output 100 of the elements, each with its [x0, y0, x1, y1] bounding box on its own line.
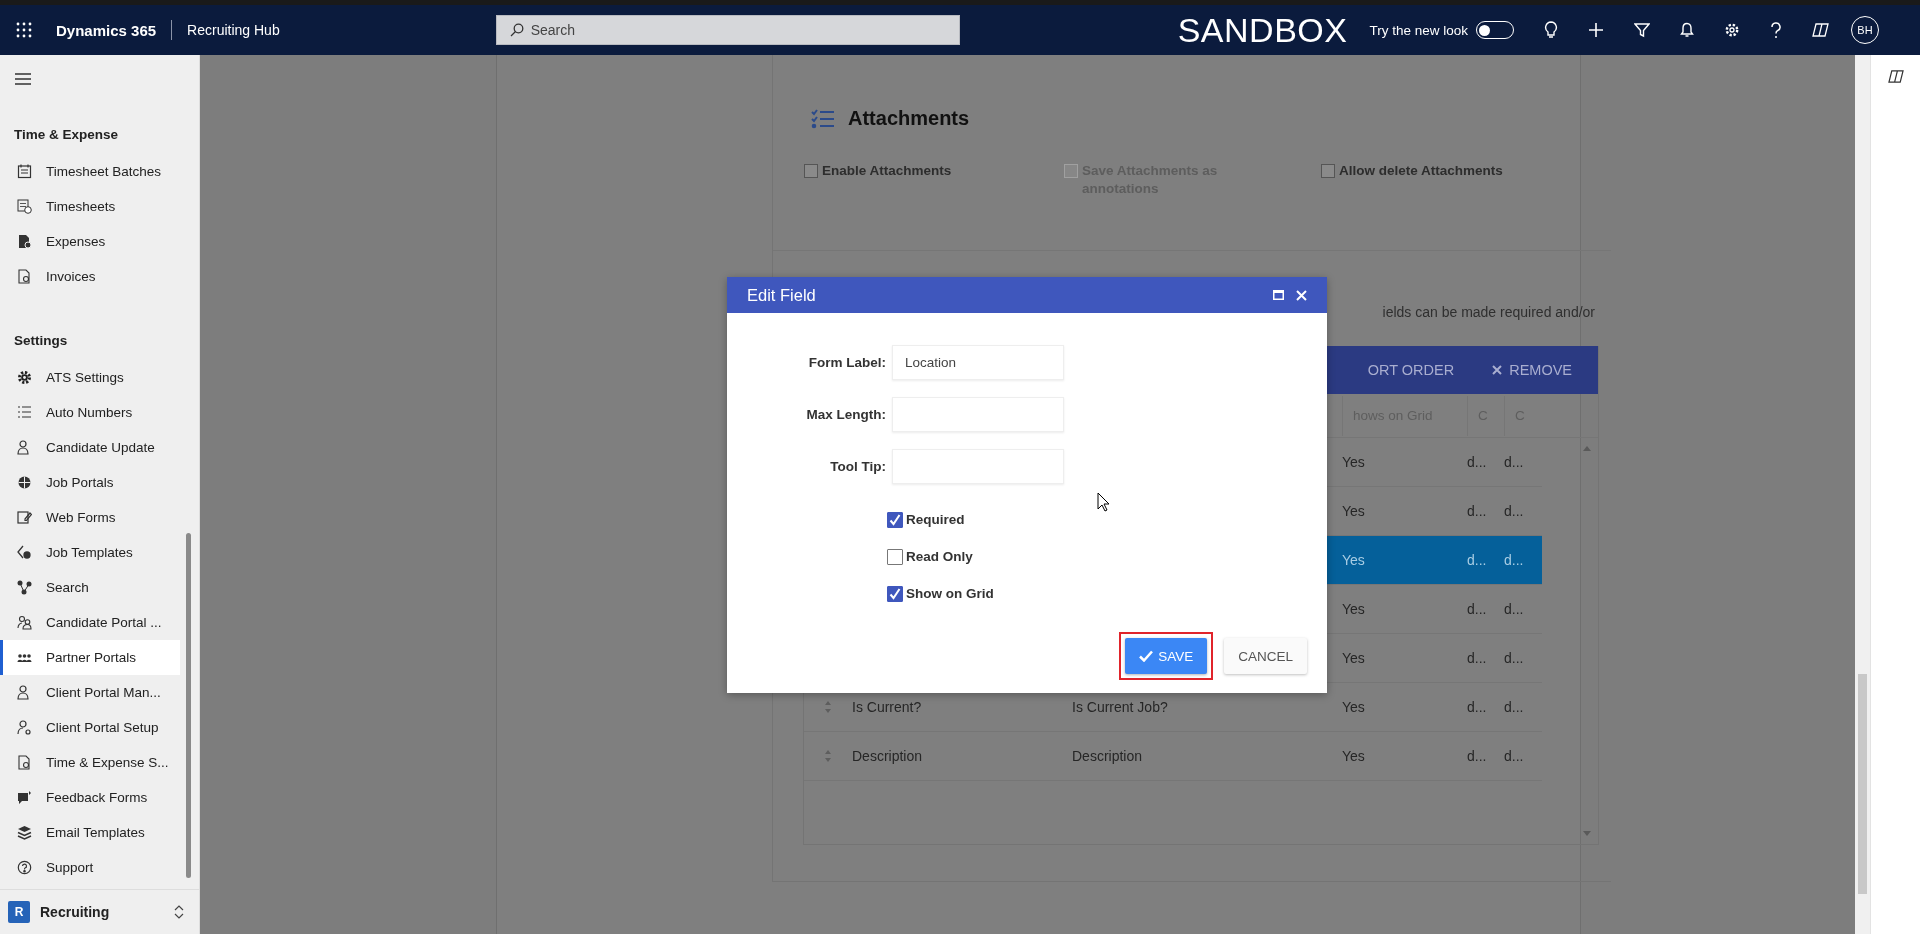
table-cell: Description	[1072, 748, 1143, 764]
globe-icon	[17, 475, 32, 490]
nav-item[interactable]: Search	[0, 570, 180, 605]
table-cell: d...	[1504, 699, 1524, 715]
table-cell: d...	[1467, 503, 1487, 519]
calendar-icon	[17, 164, 32, 179]
table-cell: Is Current?	[852, 699, 922, 715]
nav-item[interactable]: Client Portal Setup	[0, 710, 180, 745]
nav-item[interactable]: Expenses	[0, 224, 180, 259]
nav-item[interactable]: Client Portal Man...	[0, 675, 180, 710]
person-icon	[17, 720, 32, 735]
section-title: Time & Expense	[13, 126, 120, 144]
person-icon	[17, 685, 32, 700]
dialog-button[interactable]: CANCEL	[1224, 638, 1307, 674]
field-label: Max Length:	[805, 407, 887, 422]
table-cell: Yes	[1342, 650, 1365, 666]
sort-handle-icon	[824, 700, 832, 714]
checkbox-label: Required	[906, 512, 965, 527]
nav-item[interactable]: Support	[0, 850, 180, 885]
checkbox[interactable]	[887, 585, 903, 602]
person-icon	[17, 440, 32, 455]
table-cell: d...	[1504, 552, 1524, 568]
branch-icon	[17, 580, 32, 595]
toolbar-button[interactable]: REMOVE	[1492, 362, 1572, 378]
area-name: Recruiting Hub	[187, 22, 280, 38]
table-cell: Yes	[1342, 454, 1365, 470]
bell-icon[interactable]	[1680, 22, 1694, 38]
table-cell: d...	[1504, 503, 1524, 519]
app-name[interactable]: Dynamics 365	[56, 21, 157, 39]
input-field[interactable]: Location	[892, 345, 1064, 380]
nav-item[interactable]: Job Templates	[0, 535, 180, 570]
document-icon	[17, 755, 32, 770]
table-cell: d...	[1504, 454, 1524, 470]
chat-icon	[17, 790, 32, 805]
nav-item[interactable]: Feedback Forms	[0, 780, 180, 815]
dialog-title: Edit Field	[747, 285, 817, 305]
table-row[interactable]: Description Description Yes d... d...	[804, 732, 1542, 781]
form-icon	[17, 510, 32, 525]
close-icon	[1492, 365, 1503, 375]
nav-item[interactable]: ATS Settings	[0, 360, 180, 395]
table-cell: d...	[1467, 552, 1487, 568]
menu-icon[interactable]	[15, 73, 31, 85]
checkbox[interactable]	[804, 164, 818, 178]
checkbox[interactable]	[1321, 164, 1335, 178]
nav-item[interactable]: Web Forms	[0, 500, 180, 535]
table-cell: Yes	[1342, 601, 1365, 617]
nav-item[interactable]: Auto Numbers	[0, 395, 180, 430]
nav-item[interactable]: Timesheets	[0, 189, 180, 224]
mouse-pointer-icon	[1097, 492, 1110, 512]
timesheet-icon	[17, 199, 32, 214]
checkmark-icon	[1139, 650, 1154, 662]
table-cell: Is Current Job?	[1072, 699, 1168, 715]
gear-icon	[17, 370, 32, 385]
checkbox[interactable]	[887, 511, 903, 528]
table-cell: d...	[1467, 454, 1487, 470]
section-description: ields can be made required and/or	[1382, 304, 1595, 320]
toolbar-button[interactable]: ORT ORDER	[1367, 362, 1455, 378]
sort-handle-icon	[824, 749, 832, 763]
scrollbar-thumb[interactable]	[1858, 674, 1867, 894]
table-cell: d...	[1467, 650, 1487, 666]
table-cell: Description	[852, 748, 923, 764]
section-title: Attachments	[848, 107, 970, 130]
close-icon[interactable]	[1296, 289, 1307, 301]
nav-item[interactable]: Timesheet Batches	[0, 154, 180, 189]
table-cell: d...	[1504, 601, 1524, 617]
people-icon	[17, 615, 32, 630]
plus-icon[interactable]	[1588, 22, 1604, 38]
nav-item[interactable]: Time & Expense S...	[0, 745, 180, 780]
help-icon[interactable]	[1770, 21, 1782, 39]
table-cell: Yes	[1342, 699, 1365, 715]
area-label: Recruiting	[40, 904, 111, 920]
table-cell: Yes	[1342, 748, 1365, 764]
table-cell: Yes	[1342, 503, 1365, 519]
search-field[interactable]: Search	[495, 15, 960, 45]
document-icon	[17, 269, 32, 284]
filter-icon[interactable]	[1634, 22, 1650, 38]
numbered-list-icon	[17, 405, 32, 420]
field-label: Tool Tip:	[829, 459, 887, 474]
nav-item[interactable]: Partner Portals	[0, 640, 180, 675]
nav-item[interactable]: Job Portals	[0, 465, 180, 500]
table-cell: Yes	[1342, 552, 1365, 568]
area-badge: R	[8, 901, 30, 923]
nav-item[interactable]: Email Templates	[0, 815, 180, 850]
nav-item[interactable]: Candidate Update	[0, 430, 180, 465]
nav-item[interactable]: Invoices	[0, 259, 180, 294]
table-cell: d...	[1504, 748, 1524, 764]
settings-icon[interactable]	[1724, 22, 1740, 38]
nav-item[interactable]: Candidate Portal ...	[0, 605, 180, 640]
dialog-button[interactable]: SAVE	[1125, 638, 1208, 674]
lightbulb-icon[interactable]	[1544, 21, 1558, 39]
checkbox[interactable]	[887, 548, 903, 565]
app-launcher-icon[interactable]	[16, 22, 32, 38]
section-title: Settings	[13, 332, 69, 350]
checkbox-label: Show on Grid	[906, 586, 994, 601]
scrollbar-thumb[interactable]	[186, 533, 191, 878]
table-cell: d...	[1467, 748, 1487, 764]
checkbox-label: Read Only	[906, 549, 973, 564]
maximize-icon[interactable]	[1273, 290, 1284, 300]
area-switcher[interactable]: R Recruiting	[0, 889, 199, 934]
field-label: Form Label:	[807, 355, 887, 370]
